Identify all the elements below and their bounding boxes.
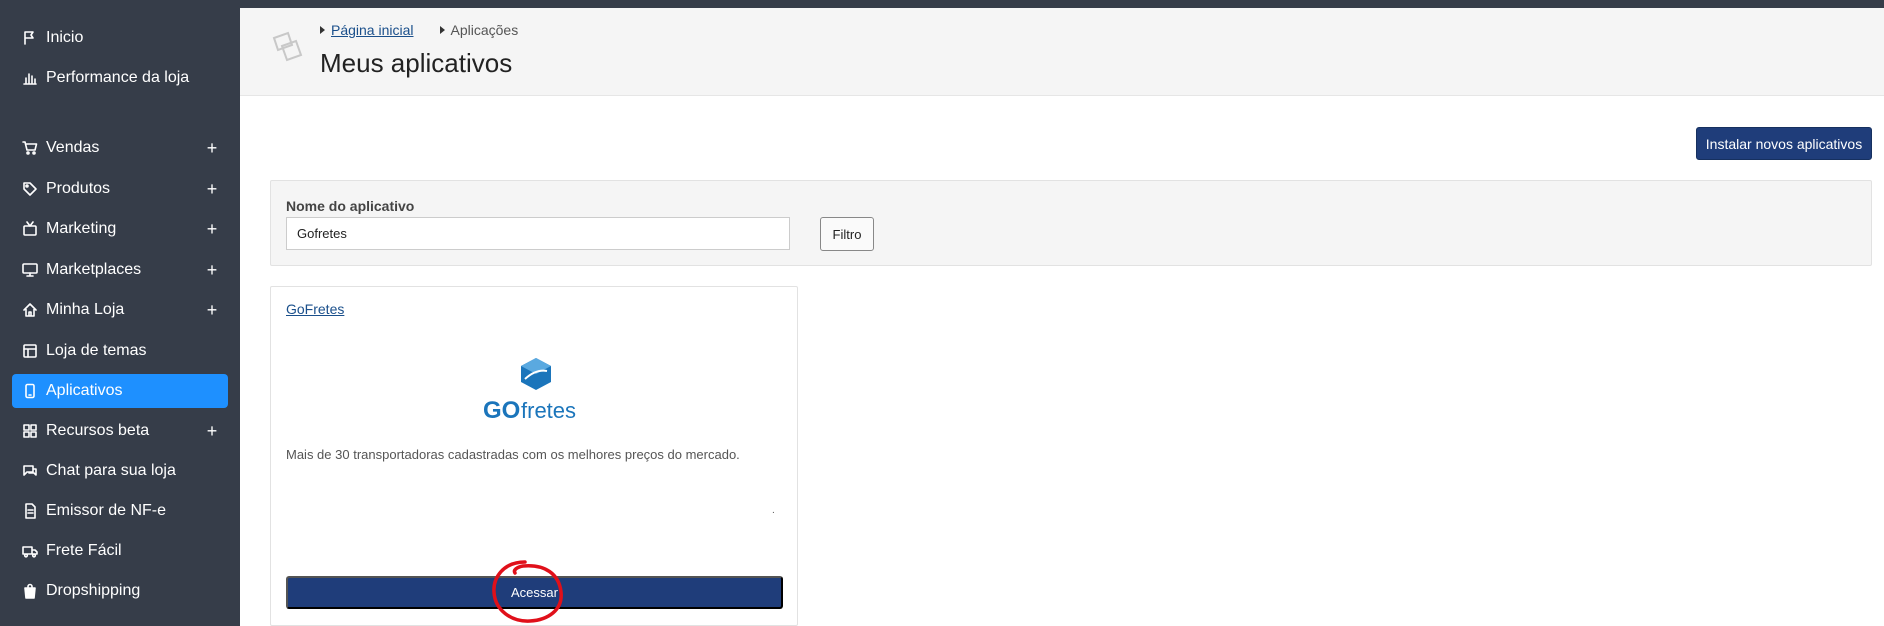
sidebar-item-frete-facil[interactable]: Frete Fácil xyxy=(12,534,228,568)
app-card: GoFretes GO fretes Mais de 30 transporta… xyxy=(270,286,798,626)
filter-label: Nome do aplicativo xyxy=(286,198,415,214)
top-strip xyxy=(240,0,1884,8)
expand-plus-icon[interactable]: + xyxy=(202,220,222,238)
sidebar-item-loja-de-temas[interactable]: Loja de temas xyxy=(12,334,228,368)
sidebar-item-vendas[interactable]: Vendas + xyxy=(12,131,228,165)
bar-chart-icon xyxy=(12,70,46,86)
breadcrumb-item: Página inicial xyxy=(320,22,414,38)
sidebar-item-label: Chat para sua loja xyxy=(46,462,176,479)
chat-icon xyxy=(12,463,46,479)
gofretes-logo: GO fretes xyxy=(481,355,591,425)
monitor-icon xyxy=(12,262,46,278)
sidebar-item-inicio[interactable]: Inicio xyxy=(12,21,228,55)
filter-panel: Nome do aplicativo Gofretes Filtro xyxy=(270,180,1872,266)
sidebar-item-label: Frete Fácil xyxy=(46,542,122,559)
breadcrumb-home-link[interactable]: Página inicial xyxy=(331,22,414,38)
sidebar-item-dropshipping[interactable]: Dropshipping xyxy=(12,574,228,608)
sidebar-item-label: Performance da loja xyxy=(46,69,190,86)
sidebar: Inicio Performance da loja Vendas + Prod… xyxy=(0,0,240,626)
sidebar-item-label: Loja de temas xyxy=(46,342,147,359)
sidebar-item-minha-loja[interactable]: Minha Loja + xyxy=(12,293,228,327)
sidebar-item-marketing[interactable]: Marketing + xyxy=(12,212,228,246)
layout-icon xyxy=(12,343,46,359)
logo-text-fretes: fretes xyxy=(521,398,576,423)
page-header: Página inicial Aplicações Meus aplicativ… xyxy=(240,8,1884,96)
apps-logo-icon xyxy=(268,28,308,68)
expand-plus-icon[interactable]: + xyxy=(202,180,222,198)
access-button[interactable]: Acessar xyxy=(286,576,783,609)
phone-icon xyxy=(12,383,46,399)
sidebar-item-label: Minha Loja xyxy=(46,301,125,318)
tag-icon xyxy=(12,181,46,197)
caret-right-icon xyxy=(439,26,445,34)
caret-right-icon xyxy=(320,26,325,34)
expand-plus-icon[interactable]: + xyxy=(202,422,222,440)
sidebar-item-label: Inicio xyxy=(46,29,84,46)
bag-icon xyxy=(12,583,46,599)
breadcrumb-current: Aplicações xyxy=(450,22,519,38)
sidebar-item-label: Aplicativos xyxy=(46,382,123,399)
sidebar-item-label: Emissor de NF-e xyxy=(46,502,167,519)
sidebar-item-label: Recursos beta xyxy=(46,422,150,439)
expand-plus-icon[interactable]: + xyxy=(202,261,222,279)
sidebar-item-aplicativos[interactable]: Aplicativos xyxy=(12,374,228,408)
cart-icon xyxy=(12,140,46,156)
sidebar-item-performance[interactable]: Performance da loja xyxy=(12,61,228,95)
sidebar-item-emissor-nfe[interactable]: Emissor de NF-e xyxy=(12,494,228,528)
truck-icon xyxy=(12,543,46,559)
sidebar-item-label: Marketplaces xyxy=(46,261,142,278)
app-name-input[interactable]: Gofretes xyxy=(286,217,790,250)
flag-icon xyxy=(12,30,46,46)
tv-icon xyxy=(12,221,46,237)
sidebar-item-label: Marketing xyxy=(46,220,117,237)
breadcrumb-item: Aplicações xyxy=(439,22,519,38)
grid-icon xyxy=(12,423,46,439)
install-apps-button[interactable]: Instalar novos aplicativos xyxy=(1696,127,1872,160)
expand-plus-icon[interactable]: + xyxy=(202,301,222,319)
page-title: Meus aplicativos xyxy=(320,48,513,78)
sidebar-item-label: Produtos xyxy=(46,180,111,197)
sidebar-item-recursos-beta[interactable]: Recursos beta + xyxy=(12,414,228,448)
sidebar-item-marketplaces[interactable]: Marketplaces + xyxy=(12,253,228,287)
sidebar-item-label: Dropshipping xyxy=(46,582,141,599)
home-icon xyxy=(12,302,46,318)
filter-button[interactable]: Filtro xyxy=(820,217,874,251)
sidebar-item-produtos[interactable]: Produtos + xyxy=(12,172,228,206)
logo-text-go: GO xyxy=(483,397,520,424)
expand-plus-icon[interactable]: + xyxy=(202,139,222,157)
app-description: Mais de 30 transportadoras cadastradas c… xyxy=(286,447,740,462)
breadcrumb: Página inicial Aplicações xyxy=(320,22,544,38)
sidebar-item-chat[interactable]: Chat para sua loja xyxy=(12,454,228,488)
document-icon xyxy=(12,503,46,519)
sidebar-item-label: Vendas xyxy=(46,139,100,156)
app-dot: . xyxy=(772,505,775,516)
cube-icon xyxy=(521,358,551,390)
app-name-link[interactable]: GoFretes xyxy=(286,301,344,317)
